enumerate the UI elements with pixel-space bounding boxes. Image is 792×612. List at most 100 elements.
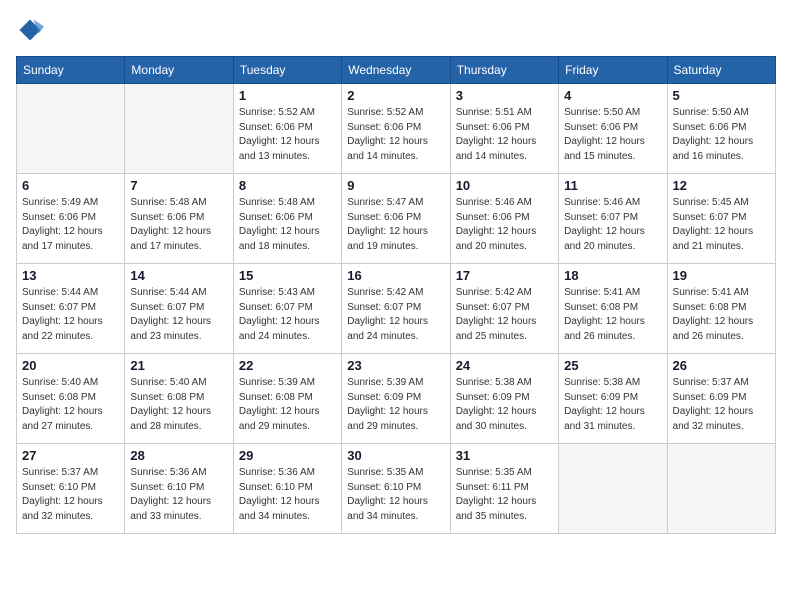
calendar-cell: 13Sunrise: 5:44 AM Sunset: 6:07 PM Dayli…	[17, 264, 125, 354]
calendar-week-row: 1 Sunrise: 5:52 AM Sunset: 6:06 PM Daylig…	[17, 84, 776, 174]
day-info: Sunrise: 5:48 AM Sunset: 6:06 PM Dayligh…	[130, 196, 227, 254]
calendar-cell: 30 Sunrise: 5:35 AM Sunset: 6:10 PM Dayli…	[342, 444, 450, 534]
day-info: Sunrise: 5:41 AM Sunset: 6:08 PM Dayligh…	[564, 286, 661, 344]
day-number: 6	[22, 178, 119, 193]
day-info: Sunrise: 5:38 AM Sunset: 6:09 PM Dayligh…	[456, 376, 553, 434]
day-info: Sunrise: 5:36 AM Sunset: 6:10 PM Dayligh…	[130, 466, 227, 524]
weekday-header-row: SundayMondayTuesdayWednesdayThursdayFrid…	[17, 57, 776, 84]
day-info: Sunrise: 5:38 AM Sunset: 6:09 PM Dayligh…	[564, 376, 661, 434]
day-number: 2	[347, 88, 444, 103]
calendar-cell: 1 Sunrise: 5:52 AM Sunset: 6:06 PM Daylig…	[233, 84, 341, 174]
calendar-cell: 26Sunrise: 5:37 AM Sunset: 6:09 PM Dayli…	[667, 354, 775, 444]
calendar-cell: 11Sunrise: 5:46 AM Sunset: 6:07 PM Dayli…	[559, 174, 667, 264]
day-number: 4	[564, 88, 661, 103]
day-info: Sunrise: 5:39 AM Sunset: 6:09 PM Dayligh…	[347, 376, 444, 434]
calendar-cell: 20Sunrise: 5:40 AM Sunset: 6:08 PM Dayli…	[17, 354, 125, 444]
day-number: 25	[564, 358, 661, 373]
calendar-week-row: 20Sunrise: 5:40 AM Sunset: 6:08 PM Dayli…	[17, 354, 776, 444]
calendar-cell: 7 Sunrise: 5:48 AM Sunset: 6:06 PM Daylig…	[125, 174, 233, 264]
calendar-cell: 28 Sunrise: 5:36 AM Sunset: 6:10 PM Dayli…	[125, 444, 233, 534]
day-number: 19	[673, 268, 770, 283]
day-info: Sunrise: 5:50 AM Sunset: 6:06 PM Dayligh…	[673, 106, 770, 164]
day-number: 31	[456, 448, 553, 463]
day-info: Sunrise: 5:43 AM Sunset: 6:07 PM Dayligh…	[239, 286, 336, 344]
day-number: 3	[456, 88, 553, 103]
day-info: Sunrise: 5:35 AM Sunset: 6:11 PM Dayligh…	[456, 466, 553, 524]
day-info: Sunrise: 5:36 AM Sunset: 6:10 PM Dayligh…	[239, 466, 336, 524]
calendar-cell: 14 Sunrise: 5:44 AM Sunset: 6:07 PM Dayli…	[125, 264, 233, 354]
calendar-cell: 23 Sunrise: 5:39 AM Sunset: 6:09 PM Dayli…	[342, 354, 450, 444]
calendar-cell: 19 Sunrise: 5:41 AM Sunset: 6:08 PM Dayli…	[667, 264, 775, 354]
day-number: 1	[239, 88, 336, 103]
calendar-cell: 18 Sunrise: 5:41 AM Sunset: 6:08 PM Dayli…	[559, 264, 667, 354]
day-number: 15	[239, 268, 336, 283]
day-info: Sunrise: 5:42 AM Sunset: 6:07 PM Dayligh…	[456, 286, 553, 344]
day-number: 7	[130, 178, 227, 193]
weekday-header: Friday	[559, 57, 667, 84]
calendar-table: SundayMondayTuesdayWednesdayThursdayFrid…	[16, 56, 776, 534]
day-info: Sunrise: 5:41 AM Sunset: 6:08 PM Dayligh…	[673, 286, 770, 344]
day-info: Sunrise: 5:46 AM Sunset: 6:07 PM Dayligh…	[564, 196, 661, 254]
calendar-cell: 17 Sunrise: 5:42 AM Sunset: 6:07 PM Dayli…	[450, 264, 558, 354]
day-number: 29	[239, 448, 336, 463]
weekday-header: Sunday	[17, 57, 125, 84]
day-number: 10	[456, 178, 553, 193]
day-number: 9	[347, 178, 444, 193]
day-number: 27	[22, 448, 119, 463]
calendar-week-row: 27 Sunrise: 5:37 AM Sunset: 6:10 PM Dayli…	[17, 444, 776, 534]
calendar-cell	[667, 444, 775, 534]
calendar-cell: 21Sunrise: 5:40 AM Sunset: 6:08 PM Dayli…	[125, 354, 233, 444]
weekday-header: Saturday	[667, 57, 775, 84]
day-info: Sunrise: 5:42 AM Sunset: 6:07 PM Dayligh…	[347, 286, 444, 344]
day-number: 20	[22, 358, 119, 373]
weekday-header: Thursday	[450, 57, 558, 84]
day-number: 22	[239, 358, 336, 373]
day-number: 12	[673, 178, 770, 193]
calendar-cell: 10 Sunrise: 5:46 AM Sunset: 6:06 PM Dayli…	[450, 174, 558, 264]
calendar-cell: 25 Sunrise: 5:38 AM Sunset: 6:09 PM Dayli…	[559, 354, 667, 444]
logo-icon	[16, 16, 44, 44]
day-number: 16	[347, 268, 444, 283]
day-info: Sunrise: 5:35 AM Sunset: 6:10 PM Dayligh…	[347, 466, 444, 524]
day-number: 24	[456, 358, 553, 373]
day-number: 30	[347, 448, 444, 463]
weekday-header: Wednesday	[342, 57, 450, 84]
calendar-cell: 22 Sunrise: 5:39 AM Sunset: 6:08 PM Dayli…	[233, 354, 341, 444]
page-header	[16, 16, 776, 44]
day-number: 28	[130, 448, 227, 463]
day-info: Sunrise: 5:37 AM Sunset: 6:10 PM Dayligh…	[22, 466, 119, 524]
calendar-cell: 5Sunrise: 5:50 AM Sunset: 6:06 PM Daylig…	[667, 84, 775, 174]
day-info: Sunrise: 5:45 AM Sunset: 6:07 PM Dayligh…	[673, 196, 770, 254]
day-info: Sunrise: 5:46 AM Sunset: 6:06 PM Dayligh…	[456, 196, 553, 254]
calendar-week-row: 13 Sunrise: 5:44 AM Sunset: 6:07 PM Dayli…	[17, 264, 776, 354]
day-info: Sunrise: 5:50 AM Sunset: 6:06 PM Dayligh…	[564, 106, 661, 164]
day-number: 23	[347, 358, 444, 373]
day-info: Sunrise: 5:44 AM Sunset: 6:07 PM Dayligh…	[130, 286, 227, 344]
day-number: 21	[130, 358, 227, 373]
calendar-cell: 8Sunrise: 5:48 AM Sunset: 6:06 PM Daylig…	[233, 174, 341, 264]
day-info: Sunrise: 5:39 AM Sunset: 6:08 PM Dayligh…	[239, 376, 336, 434]
calendar-cell: 31 Sunrise: 5:35 AM Sunset: 6:11 PM Dayli…	[450, 444, 558, 534]
calendar-cell	[125, 84, 233, 174]
calendar-cell: 3 Sunrise: 5:51 AM Sunset: 6:06 PM Daylig…	[450, 84, 558, 174]
weekday-header: Monday	[125, 57, 233, 84]
calendar-cell: 16 Sunrise: 5:42 AM Sunset: 6:07 PM Dayli…	[342, 264, 450, 354]
calendar-cell: 24 Sunrise: 5:38 AM Sunset: 6:09 PM Dayli…	[450, 354, 558, 444]
weekday-header: Tuesday	[233, 57, 341, 84]
calendar-cell: 6Sunrise: 5:49 AM Sunset: 6:06 PM Daylig…	[17, 174, 125, 264]
calendar-week-row: 6Sunrise: 5:49 AM Sunset: 6:06 PM Daylig…	[17, 174, 776, 264]
calendar-cell: 27 Sunrise: 5:37 AM Sunset: 6:10 PM Dayli…	[17, 444, 125, 534]
day-info: Sunrise: 5:52 AM Sunset: 6:06 PM Dayligh…	[347, 106, 444, 164]
day-info: Sunrise: 5:51 AM Sunset: 6:06 PM Dayligh…	[456, 106, 553, 164]
day-number: 13	[22, 268, 119, 283]
calendar-cell: 9 Sunrise: 5:47 AM Sunset: 6:06 PM Daylig…	[342, 174, 450, 264]
day-info: Sunrise: 5:47 AM Sunset: 6:06 PM Dayligh…	[347, 196, 444, 254]
day-number: 26	[673, 358, 770, 373]
day-number: 18	[564, 268, 661, 283]
day-number: 8	[239, 178, 336, 193]
day-info: Sunrise: 5:52 AM Sunset: 6:06 PM Dayligh…	[239, 106, 336, 164]
calendar-cell: 2 Sunrise: 5:52 AM Sunset: 6:06 PM Daylig…	[342, 84, 450, 174]
day-number: 14	[130, 268, 227, 283]
day-number: 17	[456, 268, 553, 283]
calendar-cell	[17, 84, 125, 174]
